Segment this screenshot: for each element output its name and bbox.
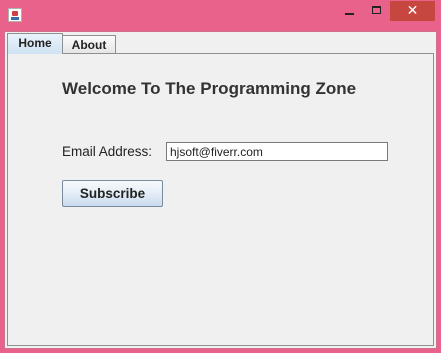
tab-about[interactable]: About bbox=[62, 35, 116, 54]
minimize-icon[interactable] bbox=[336, 1, 362, 21]
content-pane: Home About Welcome To The Programming Zo… bbox=[4, 31, 437, 349]
page-title: Welcome To The Programming Zone bbox=[62, 79, 357, 98]
title-bar[interactable]: ✕ bbox=[0, 0, 441, 31]
email-label: Email Address: bbox=[62, 144, 153, 159]
tab-strip: Home About bbox=[5, 32, 436, 54]
subscribe-button[interactable]: Subscribe bbox=[62, 180, 163, 207]
java-cup-icon[interactable] bbox=[8, 8, 22, 22]
application-window: ✕ Home About Welcome To The Programming … bbox=[0, 0, 441, 353]
tab-home[interactable]: Home bbox=[7, 33, 63, 54]
home-tab-panel: Welcome To The Programming Zone Email Ad… bbox=[7, 53, 434, 346]
email-field[interactable] bbox=[166, 142, 388, 161]
close-icon[interactable]: ✕ bbox=[390, 1, 435, 21]
maximize-icon[interactable] bbox=[363, 1, 389, 21]
